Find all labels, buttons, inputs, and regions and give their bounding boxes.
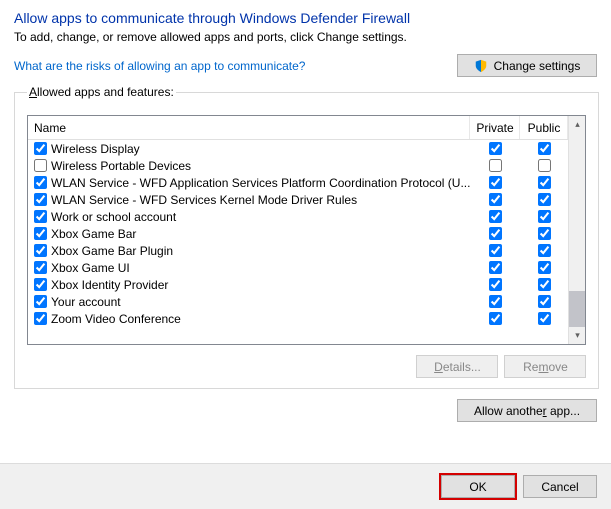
- app-allowed-checkbox[interactable]: [34, 159, 47, 172]
- app-private-checkbox[interactable]: [489, 193, 502, 206]
- app-name-label: Xbox Game UI: [51, 261, 470, 275]
- list-item[interactable]: WLAN Service - WFD Application Services …: [28, 174, 568, 191]
- list-item[interactable]: Your account: [28, 293, 568, 310]
- app-name-label: WLAN Service - WFD Application Services …: [51, 176, 470, 190]
- app-allowed-checkbox[interactable]: [34, 295, 47, 308]
- app-private-checkbox[interactable]: [489, 159, 502, 172]
- list-item[interactable]: Xbox Game Bar: [28, 225, 568, 242]
- list-item[interactable]: Work or school account: [28, 208, 568, 225]
- app-name-label: Xbox Game Bar Plugin: [51, 244, 470, 258]
- list-item[interactable]: Wireless Portable Devices: [28, 157, 568, 174]
- app-private-checkbox[interactable]: [489, 278, 502, 291]
- app-private-checkbox[interactable]: [489, 210, 502, 223]
- app-private-checkbox[interactable]: [489, 142, 502, 155]
- app-allowed-checkbox[interactable]: [34, 278, 47, 291]
- app-name-label: Zoom Video Conference: [51, 312, 470, 326]
- app-private-checkbox[interactable]: [489, 244, 502, 257]
- apps-list: Name Private Public Wireless Display Wire…: [27, 115, 586, 345]
- app-name-label: Wireless Portable Devices: [51, 159, 470, 173]
- page-title: Allow apps to communicate through Window…: [14, 10, 597, 26]
- scroll-up-button[interactable]: ▴: [569, 116, 585, 133]
- app-public-checkbox[interactable]: [538, 142, 551, 155]
- app-name-label: WLAN Service - WFD Services Kernel Mode …: [51, 193, 470, 207]
- cancel-button[interactable]: Cancel: [523, 475, 597, 498]
- app-allowed-checkbox[interactable]: [34, 312, 47, 325]
- app-private-checkbox[interactable]: [489, 261, 502, 274]
- column-private[interactable]: Private: [470, 116, 520, 139]
- app-private-checkbox[interactable]: [489, 176, 502, 189]
- list-item[interactable]: WLAN Service - WFD Services Kernel Mode …: [28, 191, 568, 208]
- list-item[interactable]: Zoom Video Conference: [28, 310, 568, 327]
- app-name-label: Xbox Game Bar: [51, 227, 470, 241]
- page-subtitle: To add, change, or remove allowed apps a…: [14, 30, 597, 44]
- list-header: Name Private Public: [28, 116, 568, 140]
- app-allowed-checkbox[interactable]: [34, 193, 47, 206]
- app-allowed-checkbox[interactable]: [34, 227, 47, 240]
- scroll-down-button[interactable]: ▾: [569, 327, 585, 344]
- app-name-label: Wireless Display: [51, 142, 470, 156]
- app-public-checkbox[interactable]: [538, 261, 551, 274]
- allowed-apps-group: Allowed apps and features: Name Private …: [14, 85, 599, 389]
- risks-link[interactable]: What are the risks of allowing an app to…: [14, 59, 305, 73]
- remove-label: Remove: [523, 360, 568, 374]
- column-name[interactable]: Name: [28, 116, 470, 139]
- allow-another-label: Allow another app...: [474, 404, 580, 418]
- app-private-checkbox[interactable]: [489, 295, 502, 308]
- app-name-label: Work or school account: [51, 210, 470, 224]
- app-name-label: Xbox Identity Provider: [51, 278, 470, 292]
- app-public-checkbox[interactable]: [538, 159, 551, 172]
- scroll-thumb[interactable]: [569, 291, 585, 327]
- app-public-checkbox[interactable]: [538, 227, 551, 240]
- details-button[interactable]: Details...: [416, 355, 498, 378]
- app-name-label: Your account: [51, 295, 470, 309]
- app-public-checkbox[interactable]: [538, 295, 551, 308]
- app-private-checkbox[interactable]: [489, 227, 502, 240]
- app-public-checkbox[interactable]: [538, 278, 551, 291]
- app-allowed-checkbox[interactable]: [34, 261, 47, 274]
- app-public-checkbox[interactable]: [538, 176, 551, 189]
- group-legend: Allowed apps and features:: [27, 85, 176, 99]
- shield-icon: [474, 59, 488, 73]
- app-public-checkbox[interactable]: [538, 244, 551, 257]
- app-private-checkbox[interactable]: [489, 312, 502, 325]
- change-settings-button[interactable]: Change settings: [457, 54, 597, 77]
- ok-button[interactable]: OK: [441, 475, 515, 498]
- list-item[interactable]: Xbox Game Bar Plugin: [28, 242, 568, 259]
- details-label: Details...: [434, 360, 481, 374]
- app-allowed-checkbox[interactable]: [34, 142, 47, 155]
- app-public-checkbox[interactable]: [538, 193, 551, 206]
- remove-button[interactable]: Remove: [504, 355, 586, 378]
- app-allowed-checkbox[interactable]: [34, 210, 47, 223]
- scroll-track[interactable]: [569, 133, 585, 327]
- allow-another-app-button[interactable]: Allow another app...: [457, 399, 597, 422]
- app-public-checkbox[interactable]: [538, 210, 551, 223]
- footer-bar: OK Cancel: [0, 463, 611, 509]
- app-public-checkbox[interactable]: [538, 312, 551, 325]
- list-item[interactable]: Xbox Identity Provider: [28, 276, 568, 293]
- column-public[interactable]: Public: [520, 116, 568, 139]
- list-item[interactable]: Wireless Display: [28, 140, 568, 157]
- list-item[interactable]: Xbox Game UI: [28, 259, 568, 276]
- change-settings-label: Change settings: [494, 59, 581, 73]
- app-allowed-checkbox[interactable]: [34, 244, 47, 257]
- app-allowed-checkbox[interactable]: [34, 176, 47, 189]
- vertical-scrollbar[interactable]: ▴ ▾: [568, 116, 585, 344]
